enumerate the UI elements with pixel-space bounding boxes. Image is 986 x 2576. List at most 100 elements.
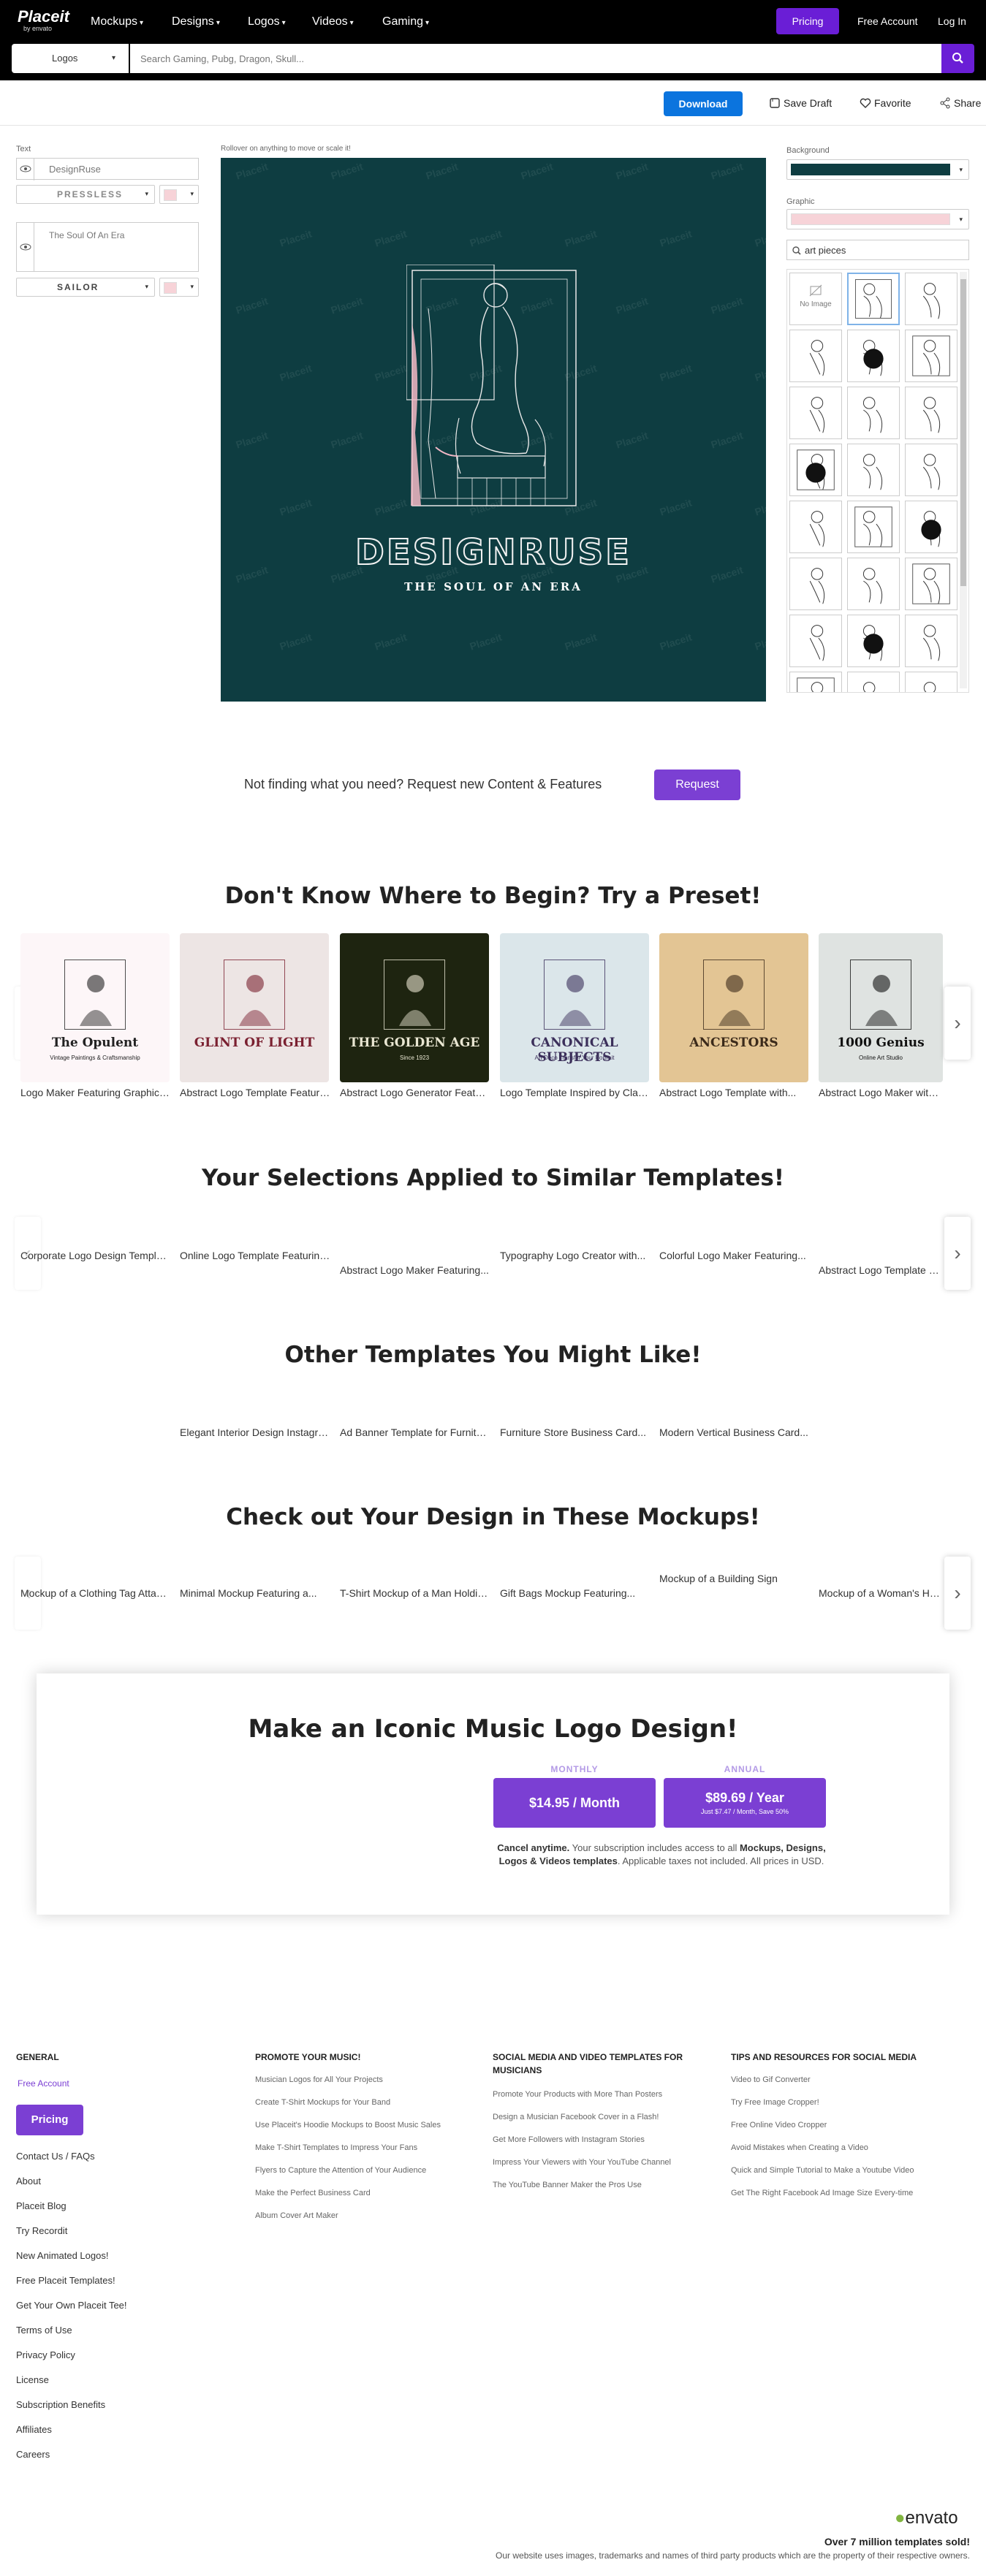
footer-link[interactable]: Contact Us / FAQs: [16, 2151, 95, 2162]
graphic-thumbnail[interactable]: [847, 387, 900, 439]
category-select[interactable]: Logos ▾: [12, 44, 129, 73]
graphic-color-select[interactable]: ▾: [786, 209, 969, 229]
footer-link[interactable]: Try Free Image Cropper!: [731, 2098, 819, 2107]
graphic-thumbnail[interactable]: [789, 330, 842, 382]
similar-template-4[interactable]: Typography Logo Creator with...: [500, 1250, 651, 1261]
download-button[interactable]: Download: [664, 91, 743, 116]
preset-card[interactable]: The Opulent Vintage Paintings & Craftsman…: [20, 933, 170, 1082]
footer-link[interactable]: License: [16, 2374, 49, 2385]
background-color-select[interactable]: ▾: [786, 159, 969, 180]
text-field-1[interactable]: DesignRuse: [16, 158, 199, 181]
footer-link[interactable]: Terms of Use: [16, 2325, 72, 2336]
preset-card[interactable]: GLINT OF LIGHT: [180, 933, 329, 1082]
mockup-5[interactable]: Mockup of a Building Sign: [659, 1573, 810, 1584]
footer-link[interactable]: Try Recordit: [16, 2225, 67, 2236]
footer-link[interactable]: Avoid Mistakes when Creating a Video: [731, 2143, 868, 2152]
text-color-2[interactable]: ▾: [159, 278, 199, 297]
search-input[interactable]: [130, 44, 941, 73]
scrollbar-thumb[interactable]: [960, 279, 966, 586]
font-select-2[interactable]: SAILOR ▾: [16, 278, 155, 297]
graphic-thumbnail[interactable]: [847, 330, 900, 382]
footer-pricing-button[interactable]: Pricing: [16, 2105, 83, 2135]
preset-card[interactable]: CANONICAL SUBJECTS Art Deco Transfer Your…: [500, 933, 649, 1082]
similar-template-5[interactable]: Colorful Logo Maker Featuring...: [659, 1250, 810, 1261]
pricing-button[interactable]: Pricing: [776, 8, 839, 34]
graphic-thumbnail[interactable]: [905, 615, 957, 667]
preset-card[interactable]: ANCESTORS: [659, 933, 808, 1082]
login-link[interactable]: Log In: [938, 15, 966, 27]
mockups-next-button[interactable]: ›: [944, 1557, 971, 1630]
graphic-thumbnail[interactable]: [847, 615, 900, 667]
graphic-thumbnail[interactable]: [847, 501, 900, 553]
footer-link[interactable]: Promote Your Products with More Than Pos…: [493, 2090, 662, 2099]
graphic-thumbnail[interactable]: [789, 387, 842, 439]
footer-link[interactable]: Flyers to Capture the Attention of Your …: [255, 2166, 426, 2175]
font-select-1[interactable]: PRESSLESS ▾: [16, 185, 155, 204]
graphic-thumbnail[interactable]: [847, 273, 900, 325]
request-button[interactable]: Request: [654, 770, 740, 800]
visibility-toggle[interactable]: [17, 223, 34, 271]
footer-link[interactable]: Use Placeit's Hoodie Mockups to Boost Mu…: [255, 2121, 441, 2129]
nav-gaming[interactable]: Gaming ▾: [382, 15, 429, 29]
presets-next-button[interactable]: ›: [944, 987, 971, 1060]
design-name-text[interactable]: DESIGNRUSE: [221, 531, 766, 574]
free-account-link[interactable]: Free Account: [857, 15, 918, 27]
text-color-1[interactable]: ▾: [159, 185, 199, 204]
graphic-thumbnail[interactable]: [847, 672, 900, 692]
footer-link[interactable]: Get The Right Facebook Ad Image Size Eve…: [731, 2189, 913, 2197]
preset-caption[interactable]: Abstract Logo Template Featuring...: [180, 1087, 330, 1098]
footer-link[interactable]: Affiliates: [16, 2424, 52, 2435]
favorite-button[interactable]: Favorite: [860, 97, 911, 109]
nav-logos[interactable]: Logos ▾: [248, 15, 286, 29]
footer-link[interactable]: About: [16, 2176, 41, 2186]
footer-link[interactable]: Placeit Blog: [16, 2200, 67, 2211]
footer-link[interactable]: Musician Logos for All Your Projects: [255, 2075, 383, 2084]
mockup-4[interactable]: Gift Bags Mockup Featuring...: [500, 1587, 651, 1599]
footer-link[interactable]: Make T-Shirt Templates to Impress Your F…: [255, 2143, 417, 2152]
artwork-graphic[interactable]: [406, 265, 582, 513]
footer-link[interactable]: Quick and Simple Tutorial to Make a Yout…: [731, 2166, 914, 2175]
footer-link[interactable]: Create T-Shirt Mockups for Your Band: [255, 2098, 390, 2107]
similar-next-button[interactable]: ›: [944, 1217, 971, 1290]
graphic-thumbnail[interactable]: [905, 672, 957, 692]
preset-caption[interactable]: Logo Maker Featuring Graphics...: [20, 1087, 171, 1098]
visibility-toggle[interactable]: [17, 159, 34, 181]
graphic-thumbnail[interactable]: [789, 501, 842, 553]
footer-link[interactable]: Free Placeit Templates!: [16, 2275, 115, 2286]
footer-link[interactable]: Album Cover Art Maker: [255, 2211, 338, 2220]
footer-free-account-link[interactable]: Free Account: [18, 2078, 69, 2089]
footer-link[interactable]: Make the Perfect Business Card: [255, 2189, 371, 2197]
graphic-thumbnail[interactable]: [905, 387, 957, 439]
share-button[interactable]: Share: [939, 97, 981, 109]
graphic-thumbnail[interactable]: [847, 558, 900, 610]
graphic-thumbnail[interactable]: [905, 444, 957, 496]
mockup-3[interactable]: T-Shirt Mockup of a Man Holding...: [340, 1587, 490, 1599]
graphic-thumbnail[interactable]: [789, 558, 842, 610]
graphic-thumbnail[interactable]: [905, 273, 957, 325]
graphic-thumbnail[interactable]: [905, 501, 957, 553]
no-image-option[interactable]: No Image: [789, 273, 842, 325]
search-button[interactable]: [941, 44, 974, 73]
similar-template-6[interactable]: Abstract Logo Template Featuring...: [819, 1264, 943, 1276]
other-template-1[interactable]: Elegant Interior Design Instagram...: [180, 1426, 330, 1438]
footer-link[interactable]: Get Your Own Placeit Tee!: [16, 2300, 127, 2311]
footer-link[interactable]: Subscription Benefits: [16, 2399, 105, 2410]
nav-mockups[interactable]: Mockups ▾: [91, 15, 143, 29]
preset-caption[interactable]: Abstract Logo Template with...: [659, 1087, 810, 1098]
mockup-2[interactable]: Minimal Mockup Featuring a...: [180, 1587, 330, 1599]
nav-designs[interactable]: Designs ▾: [172, 15, 220, 29]
preset-caption[interactable]: Logo Template Inspired by Classic...: [500, 1087, 651, 1098]
footer-link[interactable]: The YouTube Banner Maker the Pros Use: [493, 2181, 642, 2189]
footer-link[interactable]: Get More Followers with Instagram Storie…: [493, 2135, 645, 2144]
nav-videos[interactable]: Videos ▾: [312, 15, 354, 29]
save-draft-button[interactable]: Save Draft: [769, 97, 832, 109]
design-tagline-text[interactable]: THE SOUL OF AN ERA: [221, 580, 766, 593]
mockup-1[interactable]: Mockup of a Clothing Tag Attached...: [20, 1587, 171, 1599]
similar-template-2[interactable]: Online Logo Template Featuring...: [180, 1250, 330, 1261]
other-template-3[interactable]: Furniture Store Business Card...: [500, 1426, 651, 1438]
design-canvas[interactable]: Placeit Placeit Placeit Placeit Placeit Place…: [221, 158, 766, 702]
preset-card[interactable]: 1000 Genius Online Art Studio: [819, 933, 943, 1082]
graphic-search-input[interactable]: art pieces: [786, 240, 969, 260]
other-template-4[interactable]: Modern Vertical Business Card...: [659, 1426, 810, 1438]
text-field-2[interactable]: The Soul Of An Era: [16, 222, 199, 272]
